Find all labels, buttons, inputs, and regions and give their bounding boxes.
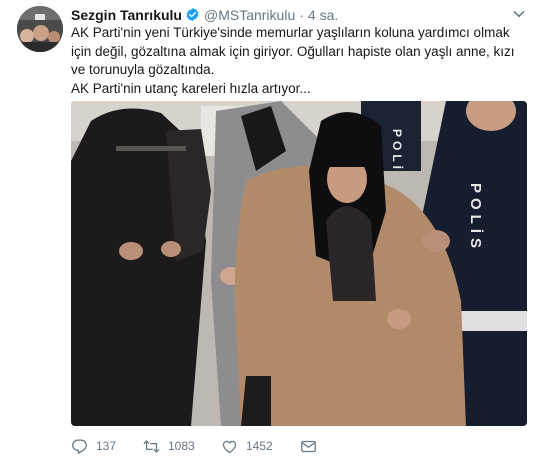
tweet-card[interactable]: Sezgin Tanrıkulu @MSTanrikulu · 4 sa. AK P…	[0, 0, 542, 460]
retweet-count: 1083	[168, 439, 195, 453]
photo-lettering-right: POLİS	[467, 183, 484, 253]
retweet-icon	[143, 439, 160, 453]
envelope-icon	[301, 440, 316, 452]
tweet-text: AK Parti'nin yeni Türkiye'sinde memurlar…	[71, 24, 526, 98]
timestamp[interactable]: 4 sa.	[308, 7, 338, 23]
reply-icon	[72, 438, 87, 454]
like-count: 1452	[246, 439, 273, 453]
reply-button[interactable]: 137	[71, 436, 116, 456]
author-name[interactable]: Sezgin Tanrıkulu	[71, 7, 182, 23]
author-handle[interactable]: @MSTanrikulu	[204, 7, 295, 23]
separator-dot: ·	[299, 7, 304, 23]
retweet-button[interactable]: 1083	[143, 436, 195, 456]
tweet-text-line: AK Parti'nin utanç kareleri hızla artıyo…	[71, 80, 311, 96]
chevron-down-icon[interactable]	[513, 8, 525, 20]
heart-icon	[222, 440, 237, 453]
photo-lettering-left: POLİ	[390, 129, 405, 173]
reply-count: 137	[96, 439, 117, 453]
avatar[interactable]	[17, 6, 63, 52]
verified-badge-icon	[186, 7, 199, 22]
tweet-header: Sezgin Tanrıkulu @MSTanrikulu · 4 sa.	[71, 5, 338, 25]
tweet-text-line: AK Parti'nin yeni Türkiye'sinde memurlar…	[71, 25, 515, 77]
tweet-photo[interactable]: POLİ POLİS	[71, 101, 527, 426]
like-button[interactable]: 1452	[221, 436, 273, 456]
direct-message-button[interactable]	[300, 436, 325, 456]
